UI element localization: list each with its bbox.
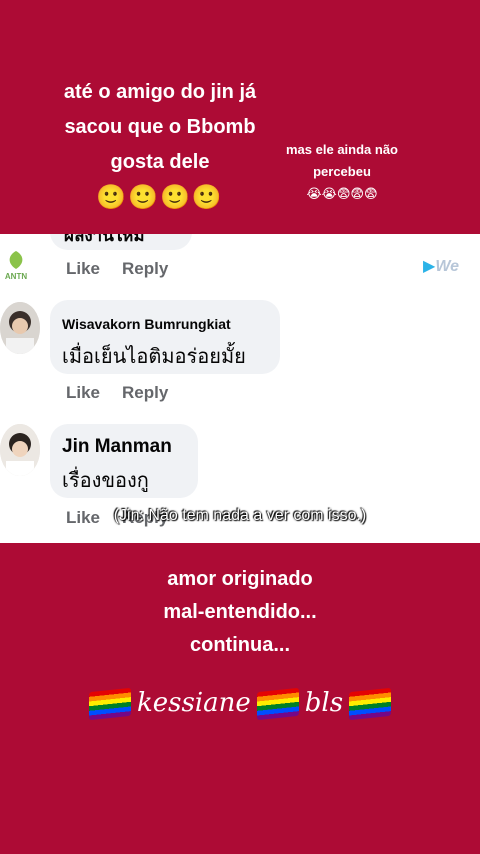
leaf-icon (9, 251, 23, 269)
avatar[interactable] (0, 302, 40, 354)
comment-text: ผลงานใหม่ (64, 234, 145, 245)
caption-line: até o amigo do jin já (63, 81, 257, 103)
caption-line: percebeu (313, 164, 371, 179)
comment-actions: Like Reply (66, 259, 190, 279)
caption-line: continua... (190, 634, 290, 656)
comment-text: เรื่องของกู (62, 470, 149, 492)
rainbow-flag-icon (256, 687, 299, 721)
rainbow-flag-icon (349, 687, 392, 721)
story-caption-top-left: até o amigo do jin já sacou que o Bbomb … (40, 75, 280, 215)
play-icon: ▶ (423, 258, 436, 275)
credit-line: kessiane bls (0, 687, 480, 721)
avatar[interactable] (0, 424, 40, 476)
comment-bubble-partial: ผลงานใหม่ (50, 234, 192, 250)
comment-bubble: Wisavakorn Bumrungkiat เมื่อเย็นไอติมอร่… (50, 300, 280, 374)
page-logo: ANTN (0, 250, 32, 284)
video-watermark: ▶We (423, 256, 459, 276)
rainbow-flag-icon (88, 687, 131, 721)
caption-line: amor originado (167, 568, 313, 590)
credit-tag: bls (304, 688, 344, 718)
comment-bubble: Jin Manman เรื่องของกู (50, 424, 198, 498)
caption-line: mal-entendido... (163, 601, 317, 623)
reply-button[interactable]: Reply (122, 259, 168, 278)
logo-text: ANTN (4, 272, 28, 281)
story-caption-bottom: amor originado mal-entendido... continua… (90, 563, 390, 662)
comment-author[interactable]: Jin Manman (62, 436, 172, 458)
translation-subtitle: (Jin: Não tem nada a ver com isso.) (113, 507, 367, 524)
caption-line: gosta dele (110, 151, 210, 173)
credit-name: kessiane (136, 688, 251, 718)
comment-text: เมื่อเย็นไอติมอร่อยมั้ย (62, 346, 246, 368)
caption-line: sacou que o Bbomb (64, 116, 256, 138)
like-button[interactable]: Like (66, 383, 100, 402)
facebook-comments-screenshot: ANTN ▶We ผลงานใหม่ Like Reply Wisavakorn … (0, 234, 480, 543)
like-button[interactable]: Like (66, 259, 100, 278)
emoji-row: 😭😭😨😨😨 (306, 186, 378, 201)
emoji-row: 🙂🙂🙂🙂 (96, 184, 224, 211)
story-caption-top-right: mas ele ainda não percebeu 😭😭😨😨😨 (268, 139, 416, 205)
caption-line: mas ele ainda não (286, 142, 398, 157)
watermark-text: We (435, 258, 460, 275)
comment-actions: Like Reply (66, 383, 190, 403)
reply-button[interactable]: Reply (122, 383, 168, 402)
comment-author[interactable]: Wisavakorn Bumrungkiat (62, 316, 231, 332)
